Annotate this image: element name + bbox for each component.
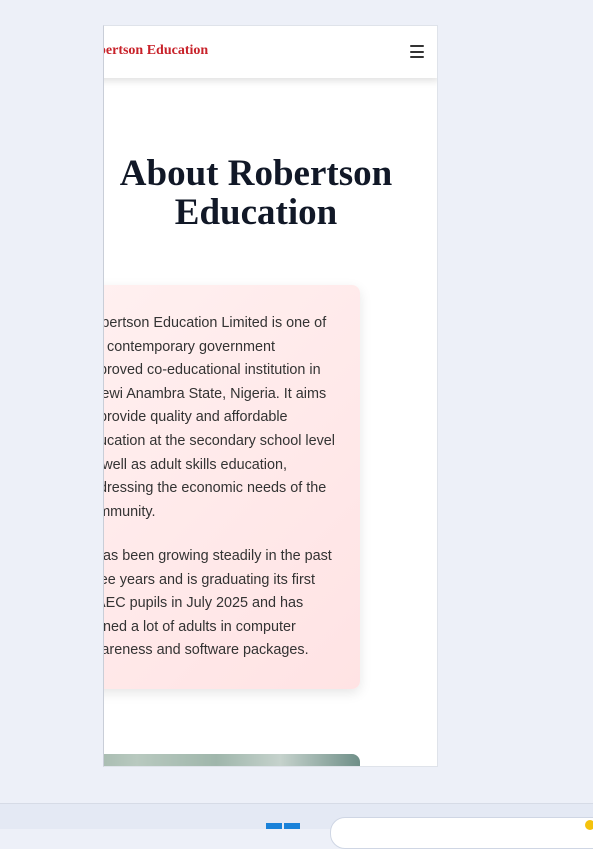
notification-icon[interactable]: [585, 820, 593, 830]
taskbar-search-box[interactable]: [330, 817, 593, 849]
about-card: Robertson Education Limited is one of th…: [103, 285, 360, 689]
windows-logo-icon[interactable]: [266, 823, 301, 829]
taskbar: [0, 803, 593, 849]
brand-logo-text[interactable]: Robertson Education: [104, 43, 208, 59]
navbar: Robertson Education: [104, 26, 437, 78]
about-paragraph-2: It has been growing steadily in the past…: [103, 548, 332, 659]
page-content: Robertson Education About Robertson Educ…: [103, 26, 437, 766]
about-paragraph-1: Robertson Education Limited is one of th…: [103, 315, 335, 520]
school-photo: [104, 754, 360, 766]
page-title: About Robertson Education: [104, 153, 437, 233]
hamburger-menu-icon[interactable]: [410, 45, 424, 58]
browser-viewport: Robertson Education About Robertson Educ…: [103, 25, 438, 767]
page-title-text: About Robertson Education: [119, 153, 393, 233]
